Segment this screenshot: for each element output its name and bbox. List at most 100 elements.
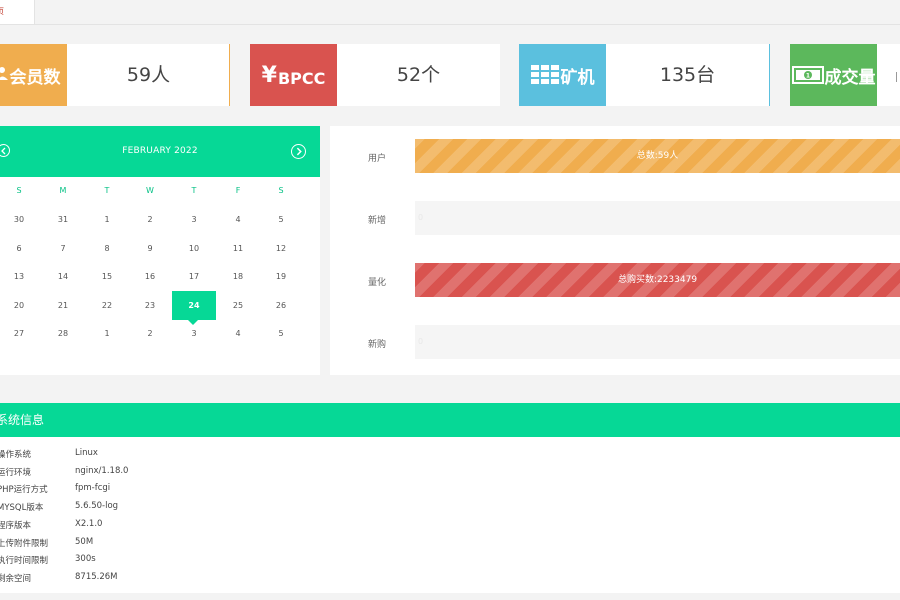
svg-text:1: 1 — [805, 73, 809, 80]
stat-label: 成交量 — [824, 67, 876, 88]
calendar-title: FEBRUARY 2022 — [122, 146, 198, 156]
info-key: 上传附件限制 — [0, 538, 49, 549]
calendar-day[interactable]: 9 — [138, 244, 162, 253]
info-value: Linux — [75, 448, 98, 458]
info-value: 5.6.50-log — [75, 501, 119, 512]
system-info-panel: 系统信息 操作系统 Linux 运行环境 nginx/1.18.0 PHP运行方式 fpm… — [0, 403, 900, 593]
calendar-day[interactable]: 3 — [182, 329, 206, 338]
calendar-day[interactable]: 30 — [7, 215, 31, 224]
stat-card-volume: 1 成交量 — [790, 44, 900, 106]
weekday-label: S — [278, 186, 284, 195]
calendar-day[interactable]: 18 — [226, 272, 250, 281]
calendar-day[interactable]: 16 — [138, 272, 162, 281]
divider — [229, 44, 230, 106]
progress-track-purchase: 0 — [415, 325, 900, 359]
tab-bar: 页 — [0, 0, 900, 25]
stat-value: 135台 — [659, 64, 716, 86]
calendar-day[interactable]: 2 — [138, 215, 162, 224]
calendar-day[interactable]: 21 — [51, 301, 75, 310]
calendar-day[interactable]: 2 — [138, 329, 162, 338]
info-value: 50M — [75, 536, 94, 547]
info-key: 操作系统 — [0, 450, 32, 460]
calendar-day[interactable]: 15 — [95, 272, 119, 281]
weekday-label: S — [16, 186, 22, 195]
calendar-day[interactable]: 4 — [226, 215, 250, 224]
weekday-label: W — [146, 186, 154, 195]
system-info-title: 系统信息 — [0, 413, 45, 427]
info-key: PHP运行方式 — [0, 485, 48, 496]
calendar-day[interactable]: 19 — [269, 272, 293, 281]
weekday-label: T — [191, 186, 197, 195]
progress-track-quant: 总购买数:2233479 — [415, 263, 900, 297]
calendar: FEBRUARY 2022 S M T W T F S 30 31 1 2 3 4 5 6 7 8 9 10 11 12… — [0, 126, 320, 375]
calendar-day[interactable]: 20 — [7, 301, 31, 310]
calendar-day[interactable]: 13 — [7, 272, 31, 281]
chevron-right-icon — [296, 147, 302, 156]
grid-icon — [530, 65, 559, 84]
calendar-day[interactable]: 10 — [182, 244, 206, 253]
calendar-day[interactable]: 12 — [269, 244, 293, 253]
calendar-day[interactable]: 25 — [226, 301, 250, 310]
info-key: 程序版本 — [0, 520, 32, 531]
calendar-day[interactable]: 26 — [269, 301, 293, 310]
calendar-day[interactable]: 14 — [51, 272, 75, 281]
calendar-day[interactable]: 31 — [51, 215, 75, 224]
calendar-day[interactable]: 28 — [51, 329, 75, 338]
info-value: nginx/1.18.0 — [75, 465, 129, 476]
info-key: 剩余空间 — [0, 573, 32, 584]
stat-value: 59人 — [126, 64, 171, 86]
stat-card-miners: 矿机 135台 — [519, 44, 770, 106]
weekday-label: M — [59, 186, 67, 195]
users-icon — [0, 67, 8, 80]
progress-value: 0 — [418, 337, 424, 346]
calendar-day[interactable]: 3 — [182, 215, 206, 224]
tab-home[interactable]: 页 — [0, 0, 35, 24]
system-info-header: 系统信息 — [0, 403, 900, 437]
weekday-label: F — [235, 186, 241, 195]
calendar-day[interactable]: 11 — [226, 244, 250, 253]
info-key: 执行时间限制 — [0, 556, 49, 567]
calendar-day[interactable]: 1 — [95, 215, 119, 224]
progress-value: 0 — [418, 213, 424, 222]
next-month-button[interactable] — [291, 144, 306, 159]
calendar-day[interactable]: 7 — [51, 244, 75, 253]
calendar-day[interactable]: 27 — [7, 329, 31, 338]
stat-icon-box: 矿机 — [519, 44, 606, 106]
calendar-day[interactable]: 5 — [269, 215, 293, 224]
calendar-day[interactable]: 5 — [269, 329, 293, 338]
progress-bar-users: 总数:59人 — [415, 139, 900, 173]
progress-bar-quant: 总购买数:2233479 — [415, 263, 900, 297]
calendar-day[interactable]: 22 — [95, 301, 119, 310]
divider — [896, 72, 897, 82]
stat-value: 52个 — [396, 64, 441, 86]
info-value: 300s — [75, 554, 96, 565]
stat-label: BPCC — [277, 68, 326, 88]
calendar-day[interactable]: 8 — [95, 244, 119, 253]
divider — [769, 44, 770, 106]
stat-label: 矿机 — [560, 67, 595, 88]
calendar-day[interactable]: 4 — [226, 329, 250, 338]
progress-track-users: 总数:59人 — [415, 139, 900, 173]
stat-icon-box: 会员数 — [0, 44, 67, 106]
calendar-day[interactable]: 1 — [95, 329, 119, 338]
info-key: MYSQL版本 — [0, 503, 44, 514]
calendar-day[interactable]: 23 — [138, 301, 162, 310]
calendar-day[interactable]: 6 — [7, 244, 31, 253]
calendar-day[interactable]: 17 — [182, 272, 206, 281]
stat-label: 会员数 — [9, 67, 61, 88]
stats-progress-panel: 用户 总数:59人 新增 0 量化 总购买数:2233479 新购 0 — [330, 126, 900, 375]
calendar-header: FEBRUARY 2022 — [0, 126, 320, 177]
progress-label: 量化 — [368, 278, 387, 288]
info-value: fpm-fcgi — [75, 483, 111, 494]
stat-icon-box: ¥ BPCC — [250, 44, 337, 106]
calendar-day[interactable]: 24 — [182, 301, 206, 310]
cash-icon: 1 — [791, 66, 824, 84]
weekday-label: T — [104, 186, 110, 195]
info-value: 8715.26M — [75, 571, 118, 582]
yen-icon: ¥ — [261, 62, 277, 88]
info-value: X2.1.0 — [75, 518, 103, 529]
stat-card-members: 会员数 59人 — [0, 44, 230, 106]
stat-icon-box: 1 成交量 — [790, 44, 877, 106]
progress-label: 用户 — [368, 154, 387, 164]
progress-label: 新购 — [368, 340, 387, 350]
